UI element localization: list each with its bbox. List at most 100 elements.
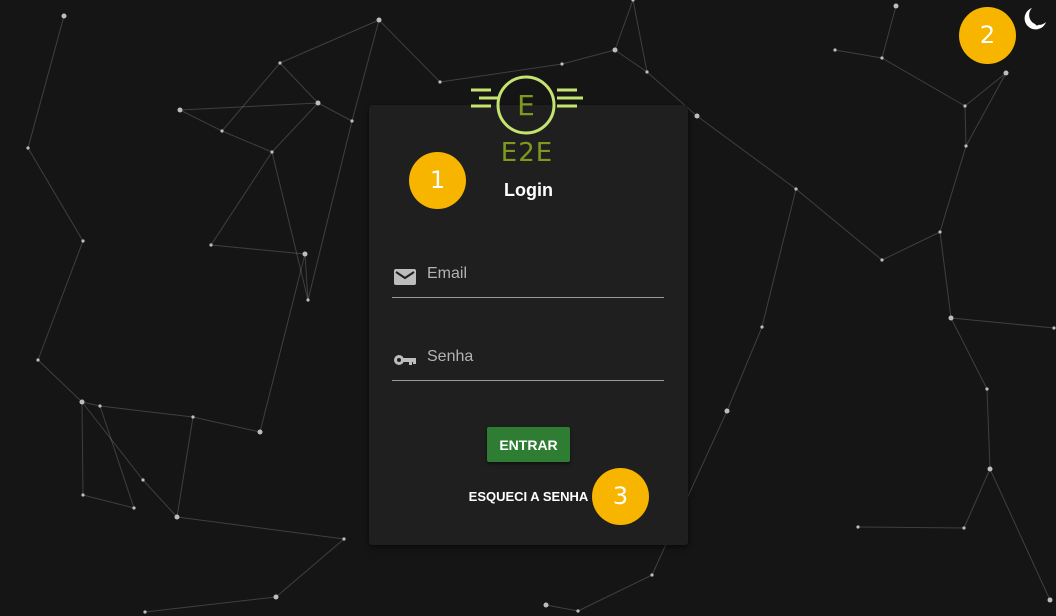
network-dot [438,80,442,84]
network-dot [645,70,649,74]
network-dot [36,358,40,362]
network-line [965,72,1007,147]
network-line [614,0,634,51]
network-line [964,105,967,147]
network-dot [1003,70,1009,76]
network-line [545,604,579,612]
network-dot [143,610,147,614]
network-dot [177,107,183,113]
network-line [271,102,319,153]
network-line [857,526,965,529]
network-line [834,49,883,59]
network-line [221,62,281,132]
network-line [939,231,952,319]
network-dot [560,62,564,66]
network-line [176,416,194,518]
network-line [614,49,648,73]
annotation-badge-2: 2 [959,7,1016,64]
network-dot [132,506,136,510]
network-line [761,188,797,328]
network-dot [209,243,213,247]
network-dot [963,104,967,108]
network-dot [760,325,764,329]
network-dot [1052,326,1056,330]
network-dot [315,100,321,106]
network-line [881,231,941,261]
network-line [144,596,277,613]
network-dot [273,594,279,600]
network-dot [278,61,282,65]
network-dot [650,573,654,577]
dark-mode-moon-icon [1024,8,1046,30]
network-line [378,19,441,83]
network-dot [938,230,942,234]
network-dot [856,525,860,529]
network-dot [880,56,884,60]
network-line [726,326,763,412]
network-line [307,120,353,301]
network-line [696,115,797,190]
email-field[interactable] [392,257,664,298]
network-line [950,317,988,390]
network-line [179,109,223,132]
network-dot [987,466,993,472]
network-dot [631,0,635,2]
network-line [881,5,897,59]
network-line [271,151,309,301]
password-input[interactable] [427,340,657,374]
network-line [142,479,178,518]
password-field[interactable] [392,340,664,381]
annotation-badge-1: 1 [409,152,466,209]
network-dot [191,415,195,419]
network-dot [270,150,274,154]
network-dot [61,13,67,19]
network-dot [257,429,263,435]
enter-button[interactable]: ENTRAR [487,427,570,462]
network-line [82,494,135,509]
network-line [81,401,144,481]
network-dot [964,144,968,148]
network-line [99,405,194,418]
network-dot [79,399,85,405]
network-dot [98,404,102,408]
network-dot [612,47,618,53]
network-line [210,151,273,246]
network-dot [985,387,989,391]
network-dot [880,258,884,262]
network-dot [833,48,837,52]
network-line [179,102,319,111]
theme-toggle-button[interactable] [1022,4,1050,32]
network-line [989,468,1051,601]
network-line [964,72,1007,107]
network-line [317,102,353,122]
network-line [99,405,135,509]
network-dot [342,537,346,541]
email-input[interactable] [427,257,657,291]
network-dot [306,298,310,302]
network-dot [376,17,382,23]
network-dot [576,609,580,613]
network-dot [220,129,224,133]
forgot-password-button[interactable]: ESQUECI A SENHA [459,483,598,509]
network-line [577,574,653,612]
network-line [950,317,1055,329]
network-line [279,19,380,64]
email-icon [394,269,416,285]
network-line [795,188,883,261]
e2e-logo-icon: E [471,75,583,135]
network-dot [694,113,700,119]
network-line [279,62,319,104]
network-line [27,15,65,149]
network-dot [724,408,730,414]
network-line [37,359,83,403]
network-dot [350,119,354,123]
network-line [81,401,84,496]
network-line [27,147,84,242]
network-dot [174,514,180,520]
network-dot [962,526,966,530]
network-line [259,253,306,433]
network-dot [948,315,954,321]
network-line [176,516,345,540]
network-dot [81,493,85,497]
network-line [221,130,273,153]
